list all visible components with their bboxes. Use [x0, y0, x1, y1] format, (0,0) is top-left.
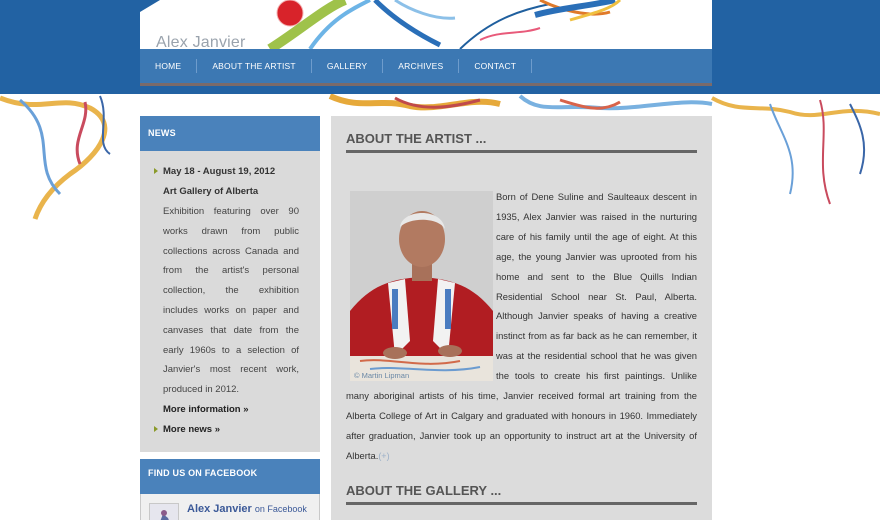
facebook-panel: FIND US ON FACEBOOK Alex Janvier on Face…: [140, 459, 320, 520]
more-news-link[interactable]: More news »: [163, 420, 299, 440]
nav-item-about-the-artist[interactable]: ABOUT THE ARTIST: [203, 49, 305, 83]
avatar-artwork-icon: [160, 510, 169, 520]
about-artist-title: ABOUT THE ARTIST ...: [346, 131, 697, 153]
read-more-link[interactable]: (+): [378, 451, 389, 461]
facebook-heading: FIND US ON FACEBOOK: [140, 459, 320, 494]
nav-item-contact[interactable]: CONTACT: [465, 49, 525, 83]
news-venue: Art Gallery of Alberta: [163, 186, 259, 197]
facebook-page-name[interactable]: Alex Janvier: [187, 503, 252, 515]
news-date: May 18 - August 19, 2012: [163, 166, 276, 177]
bullet-arrow-icon: [154, 425, 158, 432]
nav-divider: [196, 59, 198, 73]
page: Alex Janvier HOME ABOUT THE ARTIST GALLE…: [0, 0, 880, 520]
nav-divider: [458, 59, 460, 73]
artist-portrait-image: [350, 191, 493, 381]
facebook-suffix: on Facebook: [254, 504, 307, 514]
facebook-page-link[interactable]: Alex Janvier on Facebook: [187, 503, 307, 515]
about-gallery-title: ABOUT THE GALLERY ...: [346, 483, 697, 505]
nav-divider: [310, 59, 312, 73]
site-title[interactable]: Alex Janvier: [156, 34, 246, 49]
more-news-item: More news »: [154, 420, 299, 440]
nav-divider: [531, 59, 533, 73]
more-information-link[interactable]: More information »: [163, 400, 299, 420]
nav-item-home[interactable]: HOME: [146, 49, 190, 83]
nav-divider: [382, 59, 384, 73]
news-panel: NEWS May 18 - August 19, 2012 Art Galler…: [140, 116, 320, 452]
news-heading: NEWS: [140, 116, 320, 151]
bullet-arrow-icon: [154, 168, 158, 174]
main-nav: HOME ABOUT THE ARTIST GALLERY ARCHIVES C…: [140, 49, 712, 83]
nav-item-archives[interactable]: ARCHIVES: [389, 49, 452, 83]
news-description: Exhibition featuring over 90 works drawn…: [163, 206, 299, 396]
main-content: ABOUT THE ARTIST ... Born of Dene Suline…: [331, 116, 712, 520]
facebook-avatar[interactable]: [149, 503, 179, 520]
news-item: May 18 - August 19, 2012 Art Gallery of …: [154, 162, 299, 420]
photo-credit: © Martin Lipman: [354, 371, 410, 380]
nav-bottom-rule: [140, 83, 712, 86]
nav-item-gallery[interactable]: GALLERY: [318, 49, 376, 83]
news-list: May 18 - August 19, 2012 Art Gallery of …: [154, 162, 299, 440]
header-banner: Alex Janvier: [140, 0, 712, 49]
artist-photo: © Martin Lipman: [350, 191, 493, 381]
